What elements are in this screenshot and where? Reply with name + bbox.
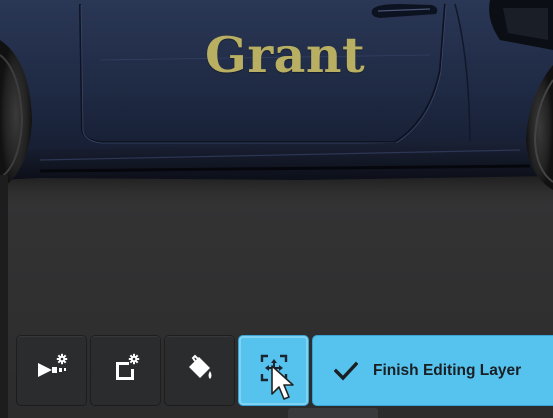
finish-editing-layer-button[interactable]: Finish Editing Layer [313, 336, 553, 405]
transform-tool-button[interactable] [239, 336, 308, 405]
paint-editor-viewport: Grant Finish Editing Layer [0, 0, 553, 418]
layer-settings-icon [106, 351, 146, 390]
checkmark-icon [333, 358, 359, 384]
bottom-panel-handle[interactable] [288, 408, 378, 418]
layer-settings-button[interactable] [91, 336, 160, 405]
paint-bucket-icon [180, 351, 220, 390]
spray-gun-settings-icon [32, 351, 72, 390]
transform-select-icon [254, 348, 294, 393]
fill-tool-button[interactable] [165, 336, 234, 405]
spray-tool-button[interactable] [17, 336, 86, 405]
finish-editing-layer-label: Finish Editing Layer [373, 361, 522, 379]
decal-text[interactable]: Grant [205, 26, 365, 84]
